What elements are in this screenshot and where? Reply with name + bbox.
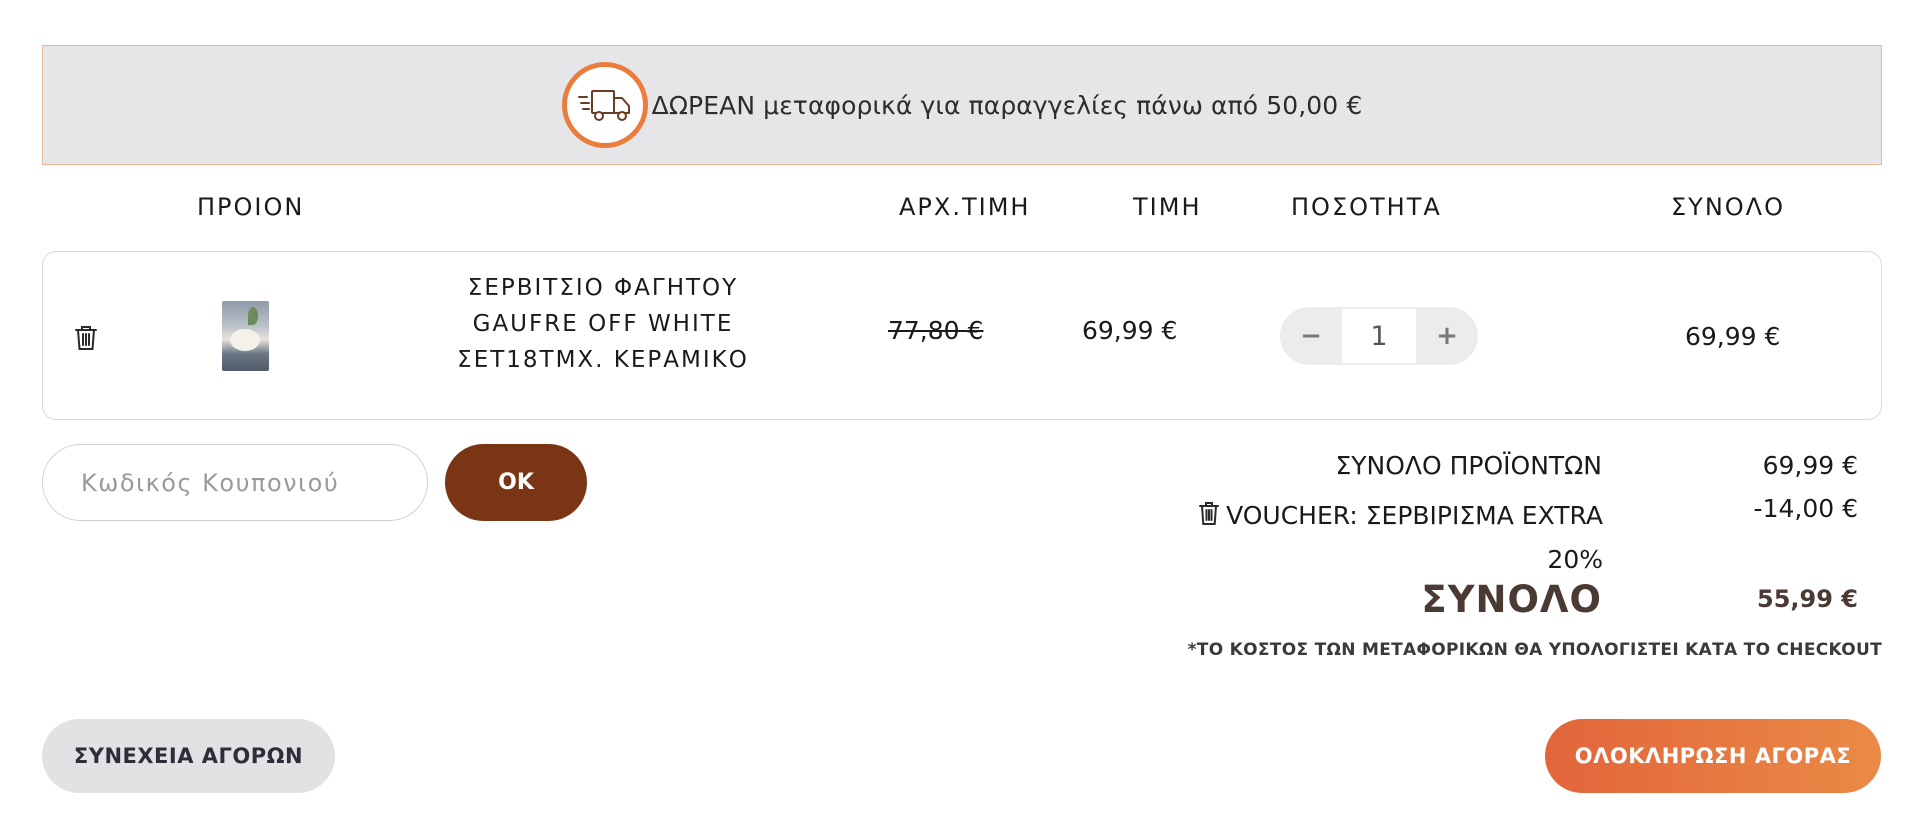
free-shipping-text: ΔΩΡΕΑΝ μεταφορικά για παραγγελίες πάνω α… <box>651 90 1363 120</box>
header-product: ΠΡΟΙΟΝ <box>197 193 305 221</box>
product-name-line: ΣΕΡΒΙΤΣΙΟ ΦΑΓΗΤΟΥ <box>467 275 739 301</box>
products-total-value: 69,99 € <box>1762 451 1858 480</box>
original-price: 77,80 € <box>888 316 984 345</box>
products-total-label: ΣΥΝΟΛΟ ΠΡΟΪΟΝΤΩΝ <box>1335 451 1602 480</box>
remove-item-trash-icon[interactable] <box>73 324 99 352</box>
delivery-truck-icon <box>561 62 648 148</box>
decrease-quantity-button[interactable]: − <box>1280 307 1342 365</box>
grand-total-value: 55,99 € <box>1757 585 1858 613</box>
quantity-value[interactable]: 1 <box>1342 309 1416 363</box>
grand-total-label: ΣΥΝΟΛΟ <box>1421 578 1602 621</box>
header-total: ΣΥΝΟΛΟ <box>1671 193 1785 221</box>
unit-price: 69,99 € <box>1082 316 1178 345</box>
coupon-code-input[interactable] <box>42 444 428 521</box>
voucher-discount-value: -14,00 € <box>1753 494 1858 523</box>
header-price: ΤΙΜΗ <box>1133 193 1202 221</box>
apply-coupon-button[interactable]: OK <box>445 444 587 521</box>
continue-shopping-button[interactable]: ΣΥΝΕΧΕΙΑ ΑΓΟΡΩΝ <box>42 719 335 793</box>
quantity-stepper: − 1 + <box>1280 307 1478 365</box>
voucher-label: VOUCHER: ΣΕΡΒΙΡΙΣΜΑ EXTRA 20% <box>1226 501 1603 574</box>
item-total: 69,99 € <box>1685 322 1781 351</box>
increase-quantity-button[interactable]: + <box>1416 307 1478 365</box>
product-name[interactable]: ΣΕΡΒΙΤΣΙΟ ΦΑΓΗΤΟΥ GAUFRE OFF WHITE ΣΕΤ18… <box>433 270 773 378</box>
free-shipping-banner: ΔΩΡΕΑΝ μεταφορικά για παραγγελίες πάνω α… <box>42 45 1882 165</box>
product-thumbnail[interactable] <box>222 301 269 371</box>
product-name-line: GAUFRE OFF WHITE <box>472 311 734 337</box>
voucher-line: VOUCHER: ΣΕΡΒΙΡΙΣΜΑ EXTRA 20% <box>1180 494 1603 582</box>
checkout-button[interactable]: ΟΛΟΚΛΗΡΩΣΗ ΑΓΟΡΑΣ <box>1545 719 1881 793</box>
header-quantity: ΠΟΣΟΤΗΤΑ <box>1291 193 1442 221</box>
header-original-price: ΑΡΧ.ΤΙΜΗ <box>899 193 1031 221</box>
product-name-line: ΣΕΤ18ΤΜΧ. ΚΕΡΑΜΙΚΟ <box>457 347 749 373</box>
remove-voucher-trash-icon[interactable] <box>1198 497 1220 525</box>
shipping-cost-note: *ΤΟ ΚΟΣΤΟΣ ΤΩΝ ΜΕΤΑΦΟΡΙΚΩΝ ΘΑ ΥΠΟΛΟΓΙΣΤΕ… <box>1187 640 1882 660</box>
cart-item-row: ΣΕΡΒΙΤΣΙΟ ΦΑΓΗΤΟΥ GAUFRE OFF WHITE ΣΕΤ18… <box>42 251 1882 420</box>
